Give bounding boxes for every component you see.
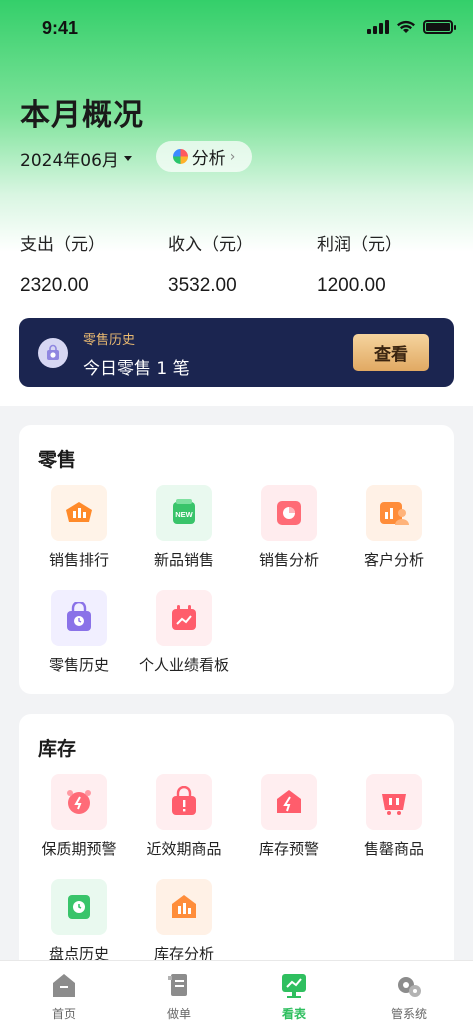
grid-item-label: 新品销售 <box>153 551 214 569</box>
tab-system[interactable]: 管系统 <box>364 971 454 1022</box>
stat-value: 1200.00 <box>317 275 386 296</box>
grid-item-label: 保质期预警 <box>41 840 117 858</box>
grid-item-label: 库存预警 <box>258 840 319 858</box>
stat-label: 支出（元） <box>20 235 105 255</box>
tab-label: 做单 <box>166 1007 191 1021</box>
grid-item-stock-analysis[interactable]: 库存分析 <box>132 879 236 964</box>
pie-chart-icon <box>261 485 317 541</box>
banner-text: 今日零售 1 笔 <box>83 359 190 379</box>
retail-bag-icon <box>38 338 68 368</box>
caret-down-icon <box>123 156 132 161</box>
order-icon <box>168 974 187 996</box>
grid-item-label: 销售分析 <box>258 551 319 569</box>
grid-item-label: 客户分析 <box>363 551 424 569</box>
analysis-button[interactable]: 分析 › <box>156 141 252 172</box>
home-icon <box>53 974 75 997</box>
stat-label: 收入（元） <box>168 235 253 255</box>
section-title: 库存 <box>38 738 77 760</box>
status-bar: 9:41 <box>0 14 473 44</box>
grid-item-label: 零售历史 <box>48 656 109 674</box>
stat-value: 2320.00 <box>20 275 89 296</box>
status-icons <box>367 20 456 34</box>
page-title: 本月概况 <box>20 98 144 133</box>
retail-history-banner[interactable]: 零售历史 今日零售 1 笔 查看 <box>19 318 454 387</box>
alarm-clock-icon <box>51 774 107 830</box>
analysis-label: 分析 <box>191 149 226 169</box>
customer-icon <box>366 485 422 541</box>
grid-item-shelf-life-warning[interactable]: 保质期预警 <box>27 774 131 859</box>
bottom-tab-bar: 首页 做单 看表 管系统 <box>0 960 473 1024</box>
chart-board-icon <box>282 974 306 998</box>
grid-item-expiring-products[interactable]: 近效期商品 <box>132 774 236 859</box>
sold-out-icon <box>366 774 422 830</box>
grid-item-retail-history[interactable]: 零售历史 <box>27 590 131 675</box>
retail-section: 零售 销售排行 NEW 新品销售 销售分析 客户分析 零售历史 个人业绩看板 <box>19 425 454 694</box>
grid-item-customer-analysis[interactable]: 客户分析 <box>342 485 446 570</box>
view-button[interactable]: 查看 <box>353 334 429 371</box>
stat-label: 利润（元） <box>317 235 402 255</box>
stock-analysis-icon <box>156 879 212 935</box>
expiring-bag-icon <box>156 774 212 830</box>
tab-label: 看表 <box>281 1007 306 1021</box>
status-time: 9:41 <box>42 18 79 38</box>
section-title: 零售 <box>38 449 77 471</box>
stat-income: 收入（元） 3532.00 <box>168 230 308 297</box>
wifi-icon <box>397 20 415 33</box>
grid-item-label: 个人业绩看板 <box>138 656 229 674</box>
grid-item-label: 近效期商品 <box>146 840 222 858</box>
month-label: 2024年06月 <box>20 151 119 171</box>
inventory-history-icon <box>51 879 107 935</box>
tab-label: 管系统 <box>390 1007 427 1021</box>
stat-expense: 支出（元） 2320.00 <box>20 230 160 297</box>
stat-profit: 利润（元） 1200.00 <box>317 230 457 297</box>
signal-icon <box>367 20 389 34</box>
grid-item-stock-warning[interactable]: 库存预警 <box>237 774 341 859</box>
tab-reports[interactable]: 看表 <box>249 971 339 1022</box>
tab-label: 首页 <box>51 1007 76 1021</box>
chevron-right-icon: › <box>229 148 236 165</box>
grid-item-sold-out-products[interactable]: 售罄商品 <box>342 774 446 859</box>
retail-history-icon <box>51 590 107 646</box>
svg-text:NEW: NEW <box>175 510 193 519</box>
banner-subtitle: 零售历史 <box>83 333 136 348</box>
tab-home[interactable]: 首页 <box>19 971 109 1022</box>
stat-value: 3532.00 <box>168 275 237 296</box>
pie-chart-icon <box>172 149 188 164</box>
grid-item-label: 售罄商品 <box>363 840 424 858</box>
stock-warning-icon <box>261 774 317 830</box>
grid-item-inventory-history[interactable]: 盘点历史 <box>27 879 131 964</box>
new-product-icon: NEW <box>156 485 212 541</box>
grid-item-sales-analysis[interactable]: 销售分析 <box>237 485 341 570</box>
month-selector[interactable]: 2024年06月 <box>20 146 132 171</box>
grid-item-sales-ranking[interactable]: 销售排行 <box>27 485 131 570</box>
grid-item-label: 销售排行 <box>48 551 109 569</box>
grid-item-performance-board[interactable]: 个人业绩看板 <box>132 590 236 675</box>
settings-icon <box>398 977 421 997</box>
tab-order[interactable]: 做单 <box>134 971 224 1022</box>
grid-item-new-product-sales[interactable]: NEW 新品销售 <box>132 485 236 570</box>
inventory-section: 库存 保质期预警 近效期商品 库存预警 售罄商品 盘点历史 库存分析 <box>19 714 454 984</box>
battery-icon <box>423 20 456 34</box>
ranking-icon <box>51 485 107 541</box>
performance-icon <box>156 590 212 646</box>
